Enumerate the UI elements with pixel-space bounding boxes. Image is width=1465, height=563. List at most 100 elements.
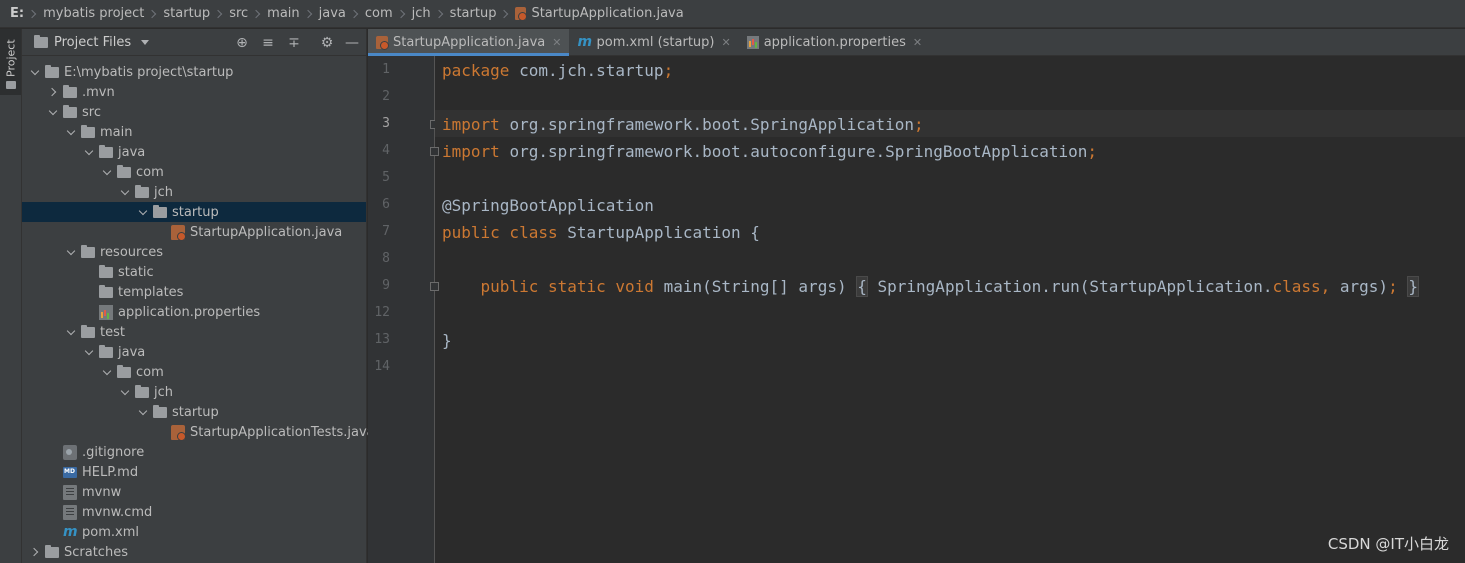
project-panel: Project Files ⊕ ≡ ∓ ⚙ — E:\mybatis proje…: [22, 29, 375, 563]
chevron-right-icon[interactable]: [45, 84, 61, 100]
breadcrumb-item[interactable]: jch: [412, 6, 431, 21]
editor-tab[interactable]: application.properties ✕: [739, 29, 930, 55]
chevron-down-icon[interactable]: [117, 384, 133, 400]
code-line[interactable]: public static void main(String[] args) {…: [442, 273, 1419, 300]
fold-marker-icon[interactable]: [430, 282, 439, 291]
chevron-down-icon[interactable]: [27, 64, 43, 80]
chevron-down-icon[interactable]: [135, 204, 151, 220]
tree-item[interactable]: mvnw: [22, 482, 366, 502]
tree-item[interactable]: com: [22, 362, 366, 382]
tree-item[interactable]: jch: [22, 382, 366, 402]
folded-brace[interactable]: }: [1407, 276, 1419, 297]
breadcrumb-item[interactable]: E:: [10, 6, 24, 21]
gear-icon[interactable]: ⚙: [319, 35, 335, 51]
close-icon[interactable]: ✕: [722, 36, 731, 49]
tree-item[interactable]: static: [22, 262, 366, 282]
tree-item[interactable]: startup: [22, 402, 366, 422]
chevron-right-icon: [434, 9, 443, 18]
tree-item-label: mvnw.cmd: [82, 504, 153, 520]
chevron-down-icon[interactable]: [117, 184, 133, 200]
chevron-down-icon[interactable]: [81, 144, 97, 160]
expand-all-icon[interactable]: ≡: [260, 35, 276, 51]
close-icon[interactable]: ✕: [913, 36, 922, 49]
minimize-icon[interactable]: —: [344, 35, 360, 51]
tree-item[interactable]: templates: [22, 282, 366, 302]
breadcrumb-item[interactable]: com: [365, 6, 393, 21]
folder-icon: [153, 204, 167, 218]
folder-icon: [117, 364, 131, 378]
chevron-down-icon[interactable]: [63, 244, 79, 260]
breadcrumb-item[interactable]: main: [267, 6, 299, 21]
code-line[interactable]: import org.springframework.boot.SpringAp…: [442, 111, 924, 138]
code-token: main(String[] args): [663, 277, 847, 296]
tool-window-stripe: Project: [0, 29, 22, 563]
line-number: 3: [382, 116, 390, 131]
tree-item[interactable]: application.properties: [22, 302, 366, 322]
code-token: }: [442, 331, 452, 350]
chevron-down-icon[interactable]: [99, 164, 115, 180]
code-line[interactable]: public class StartupApplication {: [442, 219, 760, 246]
chevron-down-icon[interactable]: [81, 344, 97, 360]
project-view-selector[interactable]: Project Files: [54, 35, 131, 50]
chevron-down-icon[interactable]: [63, 324, 79, 340]
tree-item-label: test: [100, 324, 125, 340]
breadcrumb-item[interactable]: startup: [450, 6, 497, 21]
line-number: 1: [382, 62, 390, 77]
tree-item[interactable]: HELP.md: [22, 462, 366, 482]
tree-item[interactable]: StartupApplication.java: [22, 222, 366, 242]
tree-item-label: java: [118, 344, 146, 360]
tree-item[interactable]: src: [22, 102, 366, 122]
tree-item[interactable]: Scratches: [22, 542, 366, 562]
tree-item[interactable]: main: [22, 122, 366, 142]
chevron-down-icon[interactable]: [135, 404, 151, 420]
chevron-down-icon[interactable]: [45, 104, 61, 120]
markdown-file-icon: [63, 466, 77, 478]
tree-item[interactable]: StartupApplicationTests.java: [22, 422, 375, 442]
tree-item[interactable]: .mvn: [22, 82, 366, 102]
tree-item[interactable]: m pom.xml: [22, 522, 366, 542]
code-line[interactable]: package com.jch.startup;: [442, 57, 673, 84]
chevron-down-icon[interactable]: [99, 364, 115, 380]
code-line[interactable]: @SpringBootApplication: [442, 192, 654, 219]
chevron-right-icon: [251, 9, 261, 18]
tree-item[interactable]: test: [22, 322, 366, 342]
tree-item[interactable]: .gitignore: [22, 442, 366, 462]
line-number: 14: [374, 359, 390, 374]
tree-item[interactable]: java: [22, 142, 366, 162]
breadcrumb-item[interactable]: src: [229, 6, 248, 21]
fold-marker-icon[interactable]: [430, 147, 439, 156]
chevron-right-icon[interactable]: [27, 544, 43, 560]
tree-item[interactable]: E:\mybatis project\startup: [22, 62, 366, 82]
folded-brace[interactable]: {: [856, 276, 868, 297]
tree-item[interactable]: jch: [22, 182, 366, 202]
tree-item[interactable]: resources: [22, 242, 366, 262]
editor-tab[interactable]: m pom.xml (startup) ✕: [569, 29, 738, 55]
locate-file-icon[interactable]: ⊕: [234, 35, 250, 51]
breadcrumb-item[interactable]: startup: [163, 6, 210, 21]
chevron-down-icon[interactable]: [141, 39, 150, 45]
breadcrumb-item[interactable]: java: [319, 6, 346, 21]
code-keyword: class: [1272, 277, 1321, 296]
chevron-right-icon: [303, 9, 312, 18]
code-editor[interactable]: 1 2 3 4 5 6 7 8 9 12 13 14 package com.jch.startup;…: [368, 56, 1465, 563]
tree-item[interactable]: java: [22, 342, 366, 362]
breadcrumb-item[interactable]: mybatis project: [43, 6, 144, 21]
line-number-gutter[interactable]: 1 2 3 4 5 6 7 8 9 12 13 14: [368, 56, 439, 563]
tree-item[interactable]: com: [22, 162, 366, 182]
code-keyword: ;: [663, 61, 674, 80]
tree-item[interactable]: startup: [22, 202, 366, 222]
breadcrumb-item[interactable]: StartupApplication.java: [531, 6, 683, 21]
code-keyword: package: [442, 61, 520, 80]
close-icon[interactable]: ✕: [552, 36, 561, 49]
tree-item[interactable]: mvnw.cmd: [22, 502, 366, 522]
project-tool-window-button[interactable]: Project: [0, 29, 21, 95]
folder-icon: [45, 544, 59, 558]
code-line[interactable]: }: [442, 327, 452, 354]
editor-tab[interactable]: StartupApplication.java ✕: [368, 29, 570, 56]
code-line[interactable]: import org.springframework.boot.autoconf…: [442, 138, 1097, 165]
maven-file-icon: m: [63, 523, 78, 540]
chevron-down-icon[interactable]: [63, 124, 79, 140]
tree-item-label: HELP.md: [82, 464, 139, 480]
collapse-all-icon[interactable]: ∓: [286, 35, 302, 51]
chevron-right-icon: [349, 9, 359, 18]
